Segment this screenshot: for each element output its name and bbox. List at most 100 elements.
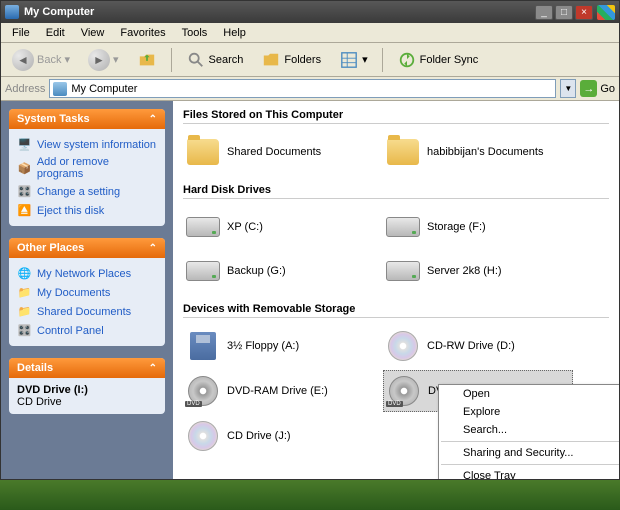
close-button[interactable]: × xyxy=(575,5,593,20)
views-icon xyxy=(339,50,359,70)
panel-title: System Tasks xyxy=(17,113,90,125)
collapse-icon: ⌃ xyxy=(149,243,157,254)
panel-header[interactable]: System Tasks ⌃ xyxy=(9,109,165,129)
task-changesetting[interactable]: 🎛️Change a setting xyxy=(17,182,157,201)
section-header-removable: Devices with Removable Storage xyxy=(183,301,609,318)
menu-favorites[interactable]: Favorites xyxy=(113,25,172,41)
control-panel-icon: 🎛️ xyxy=(17,323,32,338)
views-button[interactable]: ▾ xyxy=(332,46,375,74)
ctx-sharing[interactable]: Sharing and Security... xyxy=(439,444,619,462)
menu-tools[interactable]: Tools xyxy=(175,25,215,41)
collapse-icon: ⌃ xyxy=(149,114,157,125)
folders-button[interactable]: Folders xyxy=(254,46,328,74)
go-arrow-icon: → xyxy=(580,80,597,97)
maximize-button[interactable]: □ xyxy=(555,5,573,20)
panel-other-places: Other Places ⌃ 🌐My Network Places 📁My Do… xyxy=(9,238,165,346)
details-content: DVD Drive (I:) CD Drive xyxy=(17,384,157,408)
drive-d-cdrw[interactable]: CD-RW Drive (D:) xyxy=(383,326,573,366)
window-title: My Computer xyxy=(24,6,535,18)
place-network[interactable]: 🌐My Network Places xyxy=(17,264,157,283)
network-icon: 🌐 xyxy=(17,266,32,281)
panel-header[interactable]: Other Places ⌃ xyxy=(9,238,165,258)
menu-view[interactable]: View xyxy=(74,25,112,41)
menubar: File Edit View Favorites Tools Help xyxy=(1,23,619,43)
address-label: Address xyxy=(5,83,45,95)
up-button[interactable] xyxy=(130,46,164,74)
go-label: Go xyxy=(600,83,615,95)
panel-details: Details ⌃ DVD Drive (I:) CD Drive xyxy=(9,358,165,414)
ctx-search[interactable]: Search... xyxy=(439,421,619,439)
dvd-icon xyxy=(188,376,218,406)
folder-sync-button[interactable]: Folder Sync xyxy=(390,46,486,74)
drive-h[interactable]: Server 2k8 (H:) xyxy=(383,251,573,291)
ctx-explore[interactable]: Explore xyxy=(439,403,619,421)
folder-up-icon xyxy=(137,50,157,70)
search-button[interactable]: Search xyxy=(179,46,251,74)
item-user-docs[interactable]: habibbijan's Documents xyxy=(383,132,573,172)
computer-icon xyxy=(53,82,67,96)
address-value: My Computer xyxy=(71,83,137,95)
sync-icon xyxy=(397,50,417,70)
search-icon xyxy=(186,50,206,70)
forward-button: ► ▾ xyxy=(81,45,126,75)
panel-title: Details xyxy=(17,362,53,374)
back-button: ◄ Back ▾ xyxy=(5,45,77,75)
section-header-files: Files Stored on This Computer xyxy=(183,107,609,124)
task-eject[interactable]: ⏏️Eject this disk xyxy=(17,201,157,220)
eject-icon: ⏏️ xyxy=(17,203,32,218)
context-menu: Open Explore Search... Sharing and Secur… xyxy=(438,384,619,479)
folder-icon: 📁 xyxy=(17,285,32,300)
info-icon: 🖥️ xyxy=(17,137,32,152)
panel-system-tasks: System Tasks ⌃ 🖥️View system information… xyxy=(9,109,165,226)
drive-icon xyxy=(186,217,220,237)
search-label: Search xyxy=(209,54,244,66)
drive-e-dvdram[interactable]: DVD-RAM Drive (E:) xyxy=(183,370,373,412)
chevron-down-icon: ▾ xyxy=(113,53,119,66)
ctx-open[interactable]: Open xyxy=(439,385,619,403)
titlebar[interactable]: My Computer _ □ × xyxy=(1,1,619,23)
drive-f[interactable]: Storage (F:) xyxy=(383,207,573,247)
go-button[interactable]: → Go xyxy=(580,80,615,97)
settings-icon: 🎛️ xyxy=(17,184,32,199)
place-shared[interactable]: 📁Shared Documents xyxy=(17,302,157,321)
address-bar: Address My Computer ▼ → Go xyxy=(1,77,619,101)
details-name: DVD Drive (I:) xyxy=(17,384,157,396)
menu-edit[interactable]: Edit xyxy=(39,25,72,41)
menu-help[interactable]: Help xyxy=(216,25,253,41)
place-controlpanel[interactable]: 🎛️Control Panel xyxy=(17,321,157,340)
back-arrow-icon: ◄ xyxy=(12,49,34,71)
chevron-down-icon: ▾ xyxy=(362,53,368,66)
separator xyxy=(441,464,619,465)
minimize-button[interactable]: _ xyxy=(535,5,553,20)
drive-c[interactable]: XP (C:) xyxy=(183,207,373,247)
address-input[interactable]: My Computer xyxy=(49,79,556,98)
panel-header[interactable]: Details ⌃ xyxy=(9,358,165,378)
menu-file[interactable]: File xyxy=(5,25,37,41)
place-mydocs[interactable]: 📁My Documents xyxy=(17,283,157,302)
address-dropdown[interactable]: ▼ xyxy=(560,79,576,98)
drive-icon xyxy=(386,261,420,281)
separator xyxy=(441,441,619,442)
ctx-closetray[interactable]: Close Tray xyxy=(439,467,619,479)
floppy-icon xyxy=(190,332,216,360)
windows-flag-icon xyxy=(597,5,615,20)
drive-icon xyxy=(186,261,220,281)
sidebar: System Tasks ⌃ 🖥️View system information… xyxy=(1,101,173,479)
forward-arrow-icon: ► xyxy=(88,49,110,71)
folders-label: Folders xyxy=(284,54,321,66)
drive-j-cd[interactable]: CD Drive (J:) xyxy=(183,416,373,456)
dvd-icon xyxy=(389,376,419,406)
explorer-window: My Computer _ □ × File Edit View Favorit… xyxy=(0,0,620,480)
toolbar: ◄ Back ▾ ► ▾ Search Folders xyxy=(1,43,619,77)
item-shared-docs[interactable]: Shared Documents xyxy=(183,132,373,172)
task-addremove[interactable]: 📦Add or remove programs xyxy=(17,154,157,182)
folder-icon xyxy=(187,139,219,165)
separator xyxy=(382,48,383,72)
drives-grid: XP (C:) Storage (F:) Backup (G:) Server … xyxy=(183,207,609,291)
folder-icon: 📁 xyxy=(17,304,32,319)
window-icon xyxy=(5,5,19,19)
drive-a-floppy[interactable]: 3½ Floppy (A:) xyxy=(183,326,373,366)
drive-g[interactable]: Backup (G:) xyxy=(183,251,373,291)
task-sysinfo[interactable]: 🖥️View system information xyxy=(17,135,157,154)
panel-title: Other Places xyxy=(17,242,84,254)
